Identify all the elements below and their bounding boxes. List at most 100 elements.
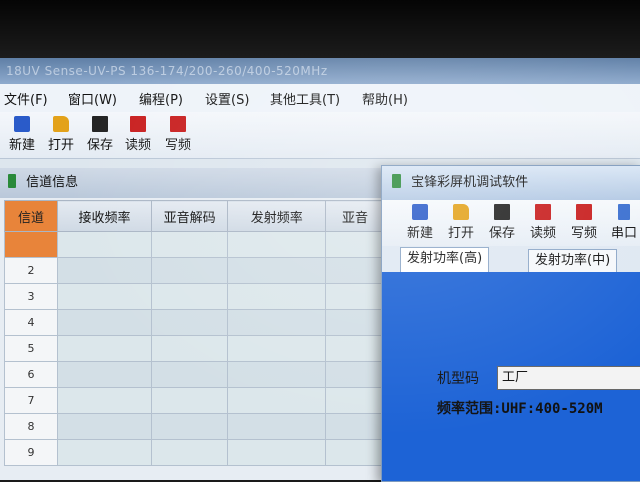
channel-panel-title: 信道信息: [26, 175, 79, 190]
table-row[interactable]: 5: [4, 335, 385, 362]
table-cell[interactable]: [227, 257, 327, 284]
serial-port-icon: [618, 204, 630, 220]
menu-bar: 文件(F) 窗口(W) 编程(P) 设置(S) 其他工具(T) 帮助(H): [0, 84, 640, 113]
folder-open-icon: [453, 204, 469, 220]
table-row[interactable]: 8: [4, 413, 385, 440]
radio-icon: [392, 174, 401, 188]
row-number[interactable]: 6: [4, 361, 58, 388]
tab-tx-power-mid[interactable]: 发射功率(中): [528, 249, 618, 272]
popup-serial-port-button[interactable]: 串口: [604, 204, 640, 241]
table-cell[interactable]: [227, 309, 327, 336]
popup-tab-strip: 发射功率(高) 发射功率(中): [382, 246, 640, 273]
table-cell[interactable]: [227, 283, 327, 310]
table-cell[interactable]: [56, 439, 152, 466]
table-cell[interactable]: [56, 231, 152, 258]
row-number[interactable]: 5: [4, 335, 58, 362]
write-frequency-button[interactable]: 写频: [158, 116, 198, 153]
table-cell[interactable]: [325, 231, 385, 258]
table-cell[interactable]: [56, 257, 152, 284]
table-row[interactable]: 3: [4, 283, 385, 310]
column-header-rx-frequency[interactable]: 接收频率: [56, 200, 152, 232]
table-row[interactable]: 4: [4, 309, 385, 336]
table-cell[interactable]: [150, 231, 229, 258]
table-cell[interactable]: [56, 387, 152, 414]
table-row[interactable]: 2: [4, 257, 385, 284]
new-label: 新建: [8, 138, 35, 153]
read-frequency-label: 读频: [124, 138, 151, 153]
read-frequency-icon: [535, 204, 551, 220]
column-header-channel[interactable]: 信道: [4, 200, 58, 232]
table-cell[interactable]: [150, 335, 229, 362]
popup-save-label: 保存: [488, 226, 515, 241]
popup-new-button[interactable]: 新建: [400, 204, 440, 241]
radio-icon: [8, 174, 16, 188]
save-label: 保存: [86, 138, 113, 153]
table-row[interactable]: 1: [4, 231, 385, 258]
table-cell[interactable]: [56, 361, 152, 388]
new-file-icon: [14, 116, 30, 132]
popup-title-bar[interactable]: 宝锋彩屏机调试软件: [382, 166, 640, 200]
table-cell[interactable]: [325, 361, 385, 388]
table-cell[interactable]: [325, 335, 385, 362]
table-cell[interactable]: [150, 413, 229, 440]
column-header-rx-tone[interactable]: 亚音解码: [150, 200, 229, 232]
popup-read-frequency-label: 读频: [529, 226, 556, 241]
table-cell[interactable]: [56, 413, 152, 440]
table-cell[interactable]: [56, 335, 152, 362]
model-code-value: 工厂: [502, 370, 529, 385]
table-cell[interactable]: [227, 413, 327, 440]
table-cell[interactable]: [325, 387, 385, 414]
row-number[interactable]: 8: [4, 413, 58, 440]
table-cell[interactable]: [325, 413, 385, 440]
popup-save-button[interactable]: 保存: [482, 204, 522, 241]
frequency-range-text: 频率范围:UHF:400-520M: [437, 401, 603, 417]
table-cell[interactable]: [150, 309, 229, 336]
table-cell[interactable]: [150, 361, 229, 388]
popup-read-frequency-button[interactable]: 读频: [523, 204, 563, 241]
popup-open-label: 打开: [447, 226, 474, 241]
row-number[interactable]: 2: [4, 257, 58, 284]
table-cell[interactable]: [150, 387, 229, 414]
table-cell[interactable]: [227, 361, 327, 388]
table-cell[interactable]: [150, 283, 229, 310]
table-row[interactable]: 9: [4, 439, 385, 466]
table-row[interactable]: 6: [4, 361, 385, 388]
table-cell[interactable]: [227, 231, 327, 258]
model-code-label: 机型码: [437, 371, 479, 387]
menu-program[interactable]: 编程(P): [139, 89, 183, 108]
table-cell[interactable]: [227, 439, 327, 466]
new-button[interactable]: 新建: [2, 116, 42, 153]
table-cell[interactable]: [325, 257, 385, 284]
table-cell[interactable]: [56, 283, 152, 310]
table-cell[interactable]: [325, 439, 385, 466]
row-number[interactable]: 9: [4, 439, 58, 466]
table-cell[interactable]: [227, 387, 327, 414]
read-frequency-button[interactable]: 读频: [118, 116, 158, 153]
row-number[interactable]: 1: [4, 231, 58, 258]
row-number[interactable]: 3: [4, 283, 58, 310]
table-cell[interactable]: [150, 439, 229, 466]
menu-other-tools[interactable]: 其他工具(T): [270, 89, 340, 108]
table-cell[interactable]: [150, 257, 229, 284]
row-number[interactable]: 4: [4, 309, 58, 336]
table-cell[interactable]: [325, 283, 385, 310]
tab-tx-power-high[interactable]: 发射功率(高): [400, 247, 490, 273]
popup-serial-port-label: 串口: [610, 226, 637, 241]
table-cell[interactable]: [325, 309, 385, 336]
popup-write-frequency-button[interactable]: 写频: [564, 204, 604, 241]
column-header-tx-tone[interactable]: 亚音: [325, 200, 385, 232]
menu-help[interactable]: 帮助(H): [362, 89, 408, 108]
table-cell[interactable]: [227, 335, 327, 362]
row-number[interactable]: 7: [4, 387, 58, 414]
table-row[interactable]: 7: [4, 387, 385, 414]
column-header-tx-frequency[interactable]: 发射频率: [227, 200, 327, 232]
table-cell[interactable]: [56, 309, 152, 336]
menu-settings[interactable]: 设置(S): [205, 89, 249, 108]
popup-open-button[interactable]: 打开: [441, 204, 481, 241]
save-button[interactable]: 保存: [80, 116, 120, 153]
menu-window[interactable]: 窗口(W): [68, 89, 117, 108]
open-button[interactable]: 打开: [41, 116, 81, 153]
menu-file[interactable]: 文件(F): [4, 89, 48, 108]
channel-info-panel: 信道信息 信道 接收频率 亚音解码 发射频率 亚音 1 2 3 4 5 6 7 …: [0, 168, 385, 480]
model-code-select[interactable]: 工厂: [497, 366, 640, 390]
